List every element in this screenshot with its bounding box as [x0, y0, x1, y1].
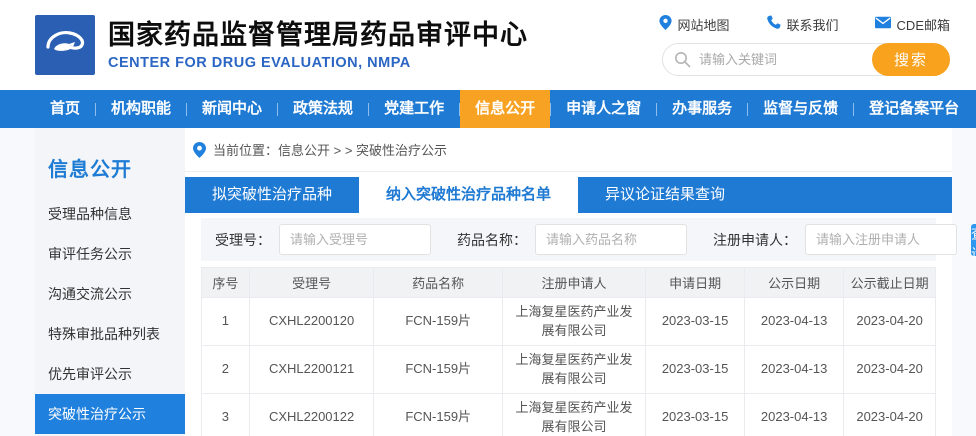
- table-cell: 上海复星医药产业发展有限公司: [502, 298, 645, 346]
- filter-input-2[interactable]: [805, 224, 957, 255]
- nav-item-7[interactable]: 办事服务: [657, 90, 747, 128]
- filter-bar: 受理号：药品名称：注册申请人：查询: [201, 218, 936, 261]
- sidebar: 信息公开 受理品种信息审评任务公示沟通交流公示特殊审批品种列表优先审评公示突破性…: [35, 128, 185, 436]
- mail-icon: [875, 16, 891, 32]
- table-cell: 3: [202, 394, 250, 436]
- table-cell: 上海复星医药产业发展有限公司: [502, 394, 645, 436]
- table-row: 1CXHL2200120FCN-159片上海复星医药产业发展有限公司2023-0…: [202, 298, 936, 346]
- table-cell: CXHL2200122: [249, 394, 374, 436]
- search-icon: [674, 51, 691, 68]
- header-right: 网站地图 联系我们 CDE邮箱 搜索: [659, 15, 950, 76]
- nav-item-5[interactable]: 信息公开: [460, 90, 550, 128]
- table-col-header-1: 受理号: [249, 268, 374, 298]
- cde-logo[interactable]: [35, 15, 95, 75]
- sidebar-item-5[interactable]: 突破性治疗公示: [35, 394, 185, 434]
- table-col-header-5: 公示日期: [745, 268, 844, 298]
- sidebar-items: 受理品种信息审评任务公示沟通交流公示特殊审批品种列表优先审评公示突破性治疗公示二…: [35, 194, 185, 436]
- results-table-wrap: 序号受理号药品名称注册申请人申请日期公示日期公示截止日期 1CXHL220012…: [201, 267, 936, 436]
- breadcrumb-text: 当前位置：信息公开 > > 突破性治疗公示: [213, 140, 447, 159]
- table-cell: 2023-04-13: [745, 346, 844, 394]
- tab-0[interactable]: 拟突破性治疗品种: [185, 177, 359, 213]
- filter-input-1[interactable]: [535, 224, 687, 255]
- table-cell: 2023-04-20: [844, 346, 936, 394]
- nav-item-2[interactable]: 新闻中心: [187, 90, 277, 128]
- map-pin-icon: [659, 15, 672, 33]
- site-title-en: CENTER FOR DRUG EVALUATION, NMPA: [108, 55, 528, 71]
- sidebar-item-0[interactable]: 受理品种信息: [35, 194, 185, 234]
- table-cell: 2023-03-15: [646, 346, 745, 394]
- utility-link-label: 联系我们: [787, 15, 839, 34]
- nav-item-0[interactable]: 首页: [35, 90, 95, 128]
- table-cell: FCN-159片: [374, 394, 502, 436]
- header-search: 搜索: [662, 43, 950, 76]
- brand: 国家药品监督管理局药品审评中心 CENTER FOR DRUG EVALUATI…: [35, 15, 528, 75]
- nav-item-8[interactable]: 监督与反馈: [748, 90, 853, 128]
- table-cell: FCN-159片: [374, 346, 502, 394]
- table-col-header-0: 序号: [202, 268, 250, 298]
- tab-1[interactable]: 纳入突破性治疗品种名单: [359, 177, 578, 213]
- tab-2[interactable]: 异议论证结果查询: [578, 177, 752, 213]
- site-title-cn: 国家药品监督管理局药品审评中心: [108, 19, 528, 51]
- tab-bar: 拟突破性治疗品种纳入突破性治疗品种名单异议论证结果查询: [185, 177, 952, 213]
- sidebar-item-1[interactable]: 审评任务公示: [35, 234, 185, 274]
- table-cell: FCN-159片: [374, 298, 502, 346]
- nav-item-3[interactable]: 政策法规: [278, 90, 368, 128]
- filter-input-0[interactable]: [279, 224, 431, 255]
- table-cell: CXHL2200121: [249, 346, 374, 394]
- brand-text: 国家药品监督管理局药品审评中心 CENTER FOR DRUG EVALUATI…: [108, 19, 528, 70]
- main-nav: 首页机构职能新闻中心政策法规党建工作信息公开申请人之窗办事服务监督与反馈登记备案…: [0, 90, 976, 128]
- sidebar-item-4[interactable]: 优先审评公示: [35, 354, 185, 394]
- utility-link-map-pin[interactable]: 网站地图: [659, 15, 730, 34]
- utility-link-label: CDE邮箱: [897, 15, 950, 34]
- table-col-header-3: 注册申请人: [502, 268, 645, 298]
- filter-label-2: 注册申请人：: [713, 230, 797, 250]
- table-cell: 上海复星医药产业发展有限公司: [502, 346, 645, 394]
- nav-item-4[interactable]: 党建工作: [369, 90, 459, 128]
- table-cell: 2023-03-15: [646, 298, 745, 346]
- phone-icon: [766, 15, 781, 33]
- site-header: 国家药品监督管理局药品审评中心 CENTER FOR DRUG EVALUATI…: [0, 0, 976, 90]
- location-pin-icon: [193, 142, 206, 158]
- sidebar-item-3[interactable]: 特殊审批品种列表: [35, 314, 185, 354]
- table-col-header-4: 申请日期: [646, 268, 745, 298]
- table-row: 2CXHL2200121FCN-159片上海复星医药产业发展有限公司2023-0…: [202, 346, 936, 394]
- table-cell: CXHL2200120: [249, 298, 374, 346]
- utility-link-mail[interactable]: CDE邮箱: [875, 15, 950, 34]
- filter-label-1: 药品名称：: [457, 230, 527, 250]
- table-cell: 2023-04-13: [745, 298, 844, 346]
- table-row: 3CXHL2200122FCN-159片上海复星医药产业发展有限公司2023-0…: [202, 394, 936, 436]
- utility-link-phone[interactable]: 联系我们: [766, 15, 839, 34]
- nav-item-6[interactable]: 申请人之窗: [551, 90, 656, 128]
- nav-item-1[interactable]: 机构职能: [96, 90, 186, 128]
- table-header-row: 序号受理号药品名称注册申请人申请日期公示日期公示截止日期: [202, 268, 936, 298]
- table-cell: 2023-04-20: [844, 298, 936, 346]
- filter-label-0: 受理号：: [215, 230, 271, 250]
- table-cell: 2023-03-15: [646, 394, 745, 436]
- cde-logo-swirl-icon: [42, 25, 88, 65]
- results-table: 序号受理号药品名称注册申请人申请日期公示日期公示截止日期 1CXHL220012…: [201, 267, 936, 436]
- table-cell: 1: [202, 298, 250, 346]
- content-panel: 当前位置：信息公开 > > 突破性治疗公示 拟突破性治疗品种纳入突破性治疗品种名…: [185, 128, 952, 436]
- search-button[interactable]: 搜索: [872, 43, 950, 76]
- table-col-header-6: 公示截止日期: [844, 268, 936, 298]
- nav-item-9[interactable]: 登记备案平台: [854, 90, 974, 128]
- sidebar-item-2[interactable]: 沟通交流公示: [35, 274, 185, 314]
- table-cell: 2: [202, 346, 250, 394]
- table-cell: 2023-04-20: [844, 394, 936, 436]
- sidebar-title: 信息公开: [35, 128, 185, 194]
- main-area: 信息公开 受理品种信息审评任务公示沟通交流公示特殊审批品种列表优先审评公示突破性…: [0, 128, 976, 436]
- table-col-header-2: 药品名称: [374, 268, 502, 298]
- query-button[interactable]: 查询: [971, 224, 976, 256]
- utility-link-label: 网站地图: [678, 15, 730, 34]
- table-cell: 2023-04-13: [745, 394, 844, 436]
- utility-links: 网站地图 联系我们 CDE邮箱: [659, 15, 950, 34]
- breadcrumb: 当前位置：信息公开 > > 突破性治疗公示: [185, 128, 952, 172]
